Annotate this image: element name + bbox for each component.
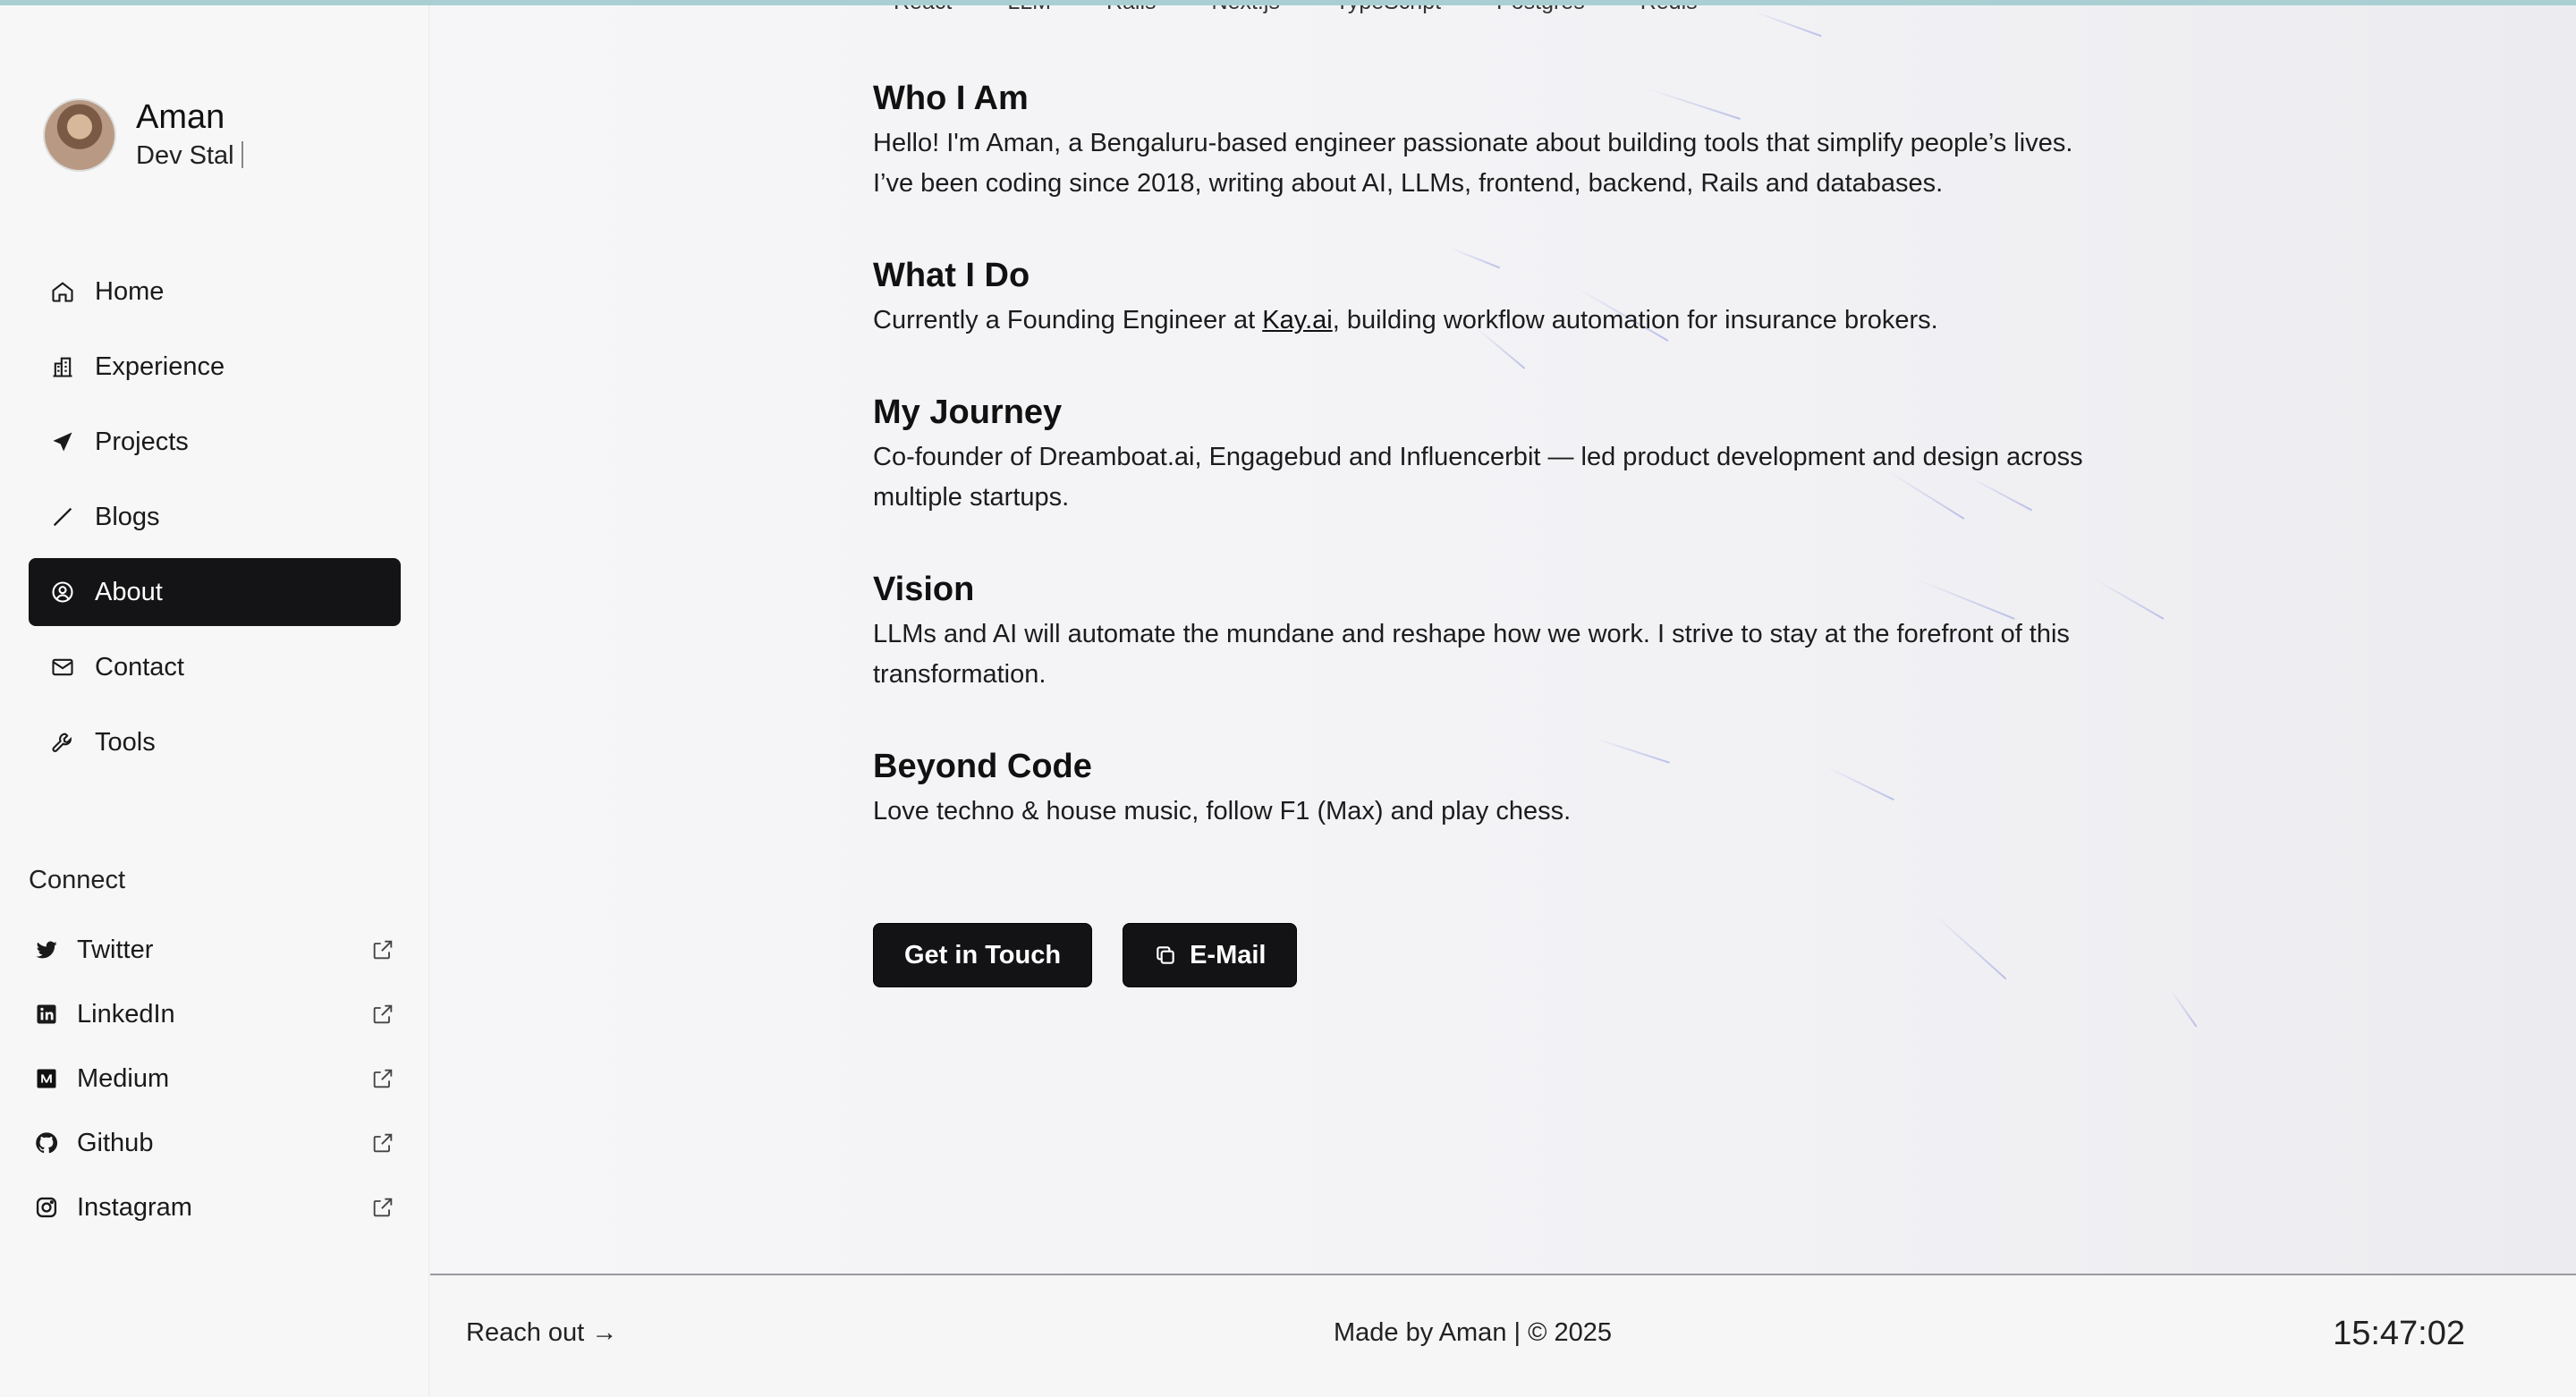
email-button[interactable]: E-Mail xyxy=(1123,923,1298,987)
main-content: React LLM Rails Next.js TypeScript Postg… xyxy=(430,5,2576,1275)
profile-subtitle: Dev Stal xyxy=(136,138,243,174)
sidebar-item-label: Experience xyxy=(95,351,225,381)
get-in-touch-button[interactable]: Get in Touch xyxy=(873,923,1093,987)
section-title: Vision xyxy=(873,571,975,608)
connect-item-label: Twitter xyxy=(77,935,154,964)
section-what-i-do: What I Do Currently a Founding Engineer … xyxy=(873,250,2143,341)
cta-buttons: Get in Touch E-Mail xyxy=(873,923,1327,987)
user-circle-icon xyxy=(50,580,75,605)
connect-item-label: Instagram xyxy=(77,1192,192,1222)
connect-item-label: LinkedIn xyxy=(77,999,175,1029)
home-icon xyxy=(50,279,75,304)
connect-title: Connect xyxy=(29,866,126,894)
connect-item-medium[interactable]: Medium xyxy=(29,1046,401,1111)
text-line: LLMs and AI will automate the mundane an… xyxy=(873,620,2070,648)
footer: Reach out → Made by Aman | © 2025 15:47:… xyxy=(430,1274,2576,1397)
sidebar-item-blogs[interactable]: Blogs xyxy=(29,483,401,551)
text-segment: , building workflow automation for insur… xyxy=(1332,306,1938,334)
building-icon xyxy=(50,354,75,379)
profile-text: Aman Dev Stal xyxy=(136,97,243,174)
section-text: LLMs and AI will automate the mundane an… xyxy=(873,614,2143,695)
connect-item-label: Github xyxy=(77,1128,154,1157)
tech-chip: React xyxy=(894,5,952,15)
github-icon xyxy=(34,1130,59,1156)
text-segment: Currently a Founding Engineer at xyxy=(873,306,1263,334)
text-line: Hello! I'm Aman, a Bengaluru-based engin… xyxy=(873,129,2073,157)
tech-chip: Postgres xyxy=(1496,5,1585,15)
tech-chips: React LLM Rails Next.js TypeScript Postg… xyxy=(894,5,1753,15)
button-label: Get in Touch xyxy=(904,940,1062,969)
connect-item-label: Medium xyxy=(77,1063,170,1093)
tech-chip: LLM xyxy=(1007,5,1051,15)
connect-item-github[interactable]: Github xyxy=(29,1111,401,1175)
sidebar-item-home[interactable]: Home xyxy=(29,258,401,326)
decorative-streak xyxy=(2170,989,2198,1028)
section-text: Love techno & house music, follow F1 (Ma… xyxy=(873,797,1572,826)
linkedin-icon xyxy=(34,1002,59,1027)
sidebar-item-label: Projects xyxy=(95,427,189,456)
connect-item-instagram[interactable]: Instagram xyxy=(29,1175,401,1240)
sidebar-item-label: Tools xyxy=(95,727,156,757)
sidebar-item-label: About xyxy=(95,577,163,606)
profile[interactable]: Aman Dev Stal xyxy=(43,97,243,174)
reach-out-link[interactable]: Reach out → xyxy=(466,1318,617,1348)
twitter-icon xyxy=(34,937,59,962)
sidebar-item-experience[interactable]: Experience xyxy=(29,333,401,401)
section-title: Beyond Code xyxy=(873,748,1092,785)
text-line: transformation. xyxy=(873,660,1046,689)
decorative-streak xyxy=(1932,912,2007,980)
section-text: Co-founder of Dreamboat.ai, Engagebud an… xyxy=(873,437,2143,518)
sidebar-item-label: Home xyxy=(95,276,165,306)
clock: 15:47:02 xyxy=(2333,1315,2465,1352)
made-by-text: Made by Aman | © 2025 xyxy=(1334,1318,1613,1347)
sidebar-item-contact[interactable]: Contact xyxy=(29,633,401,701)
mail-icon xyxy=(50,655,75,680)
section-title: What I Do xyxy=(873,257,1030,294)
text-line: Co-founder of Dreamboat.ai, Engagebud an… xyxy=(873,443,2083,471)
section-title: Who I Am xyxy=(873,80,1029,117)
copy-icon xyxy=(1154,944,1177,967)
instagram-icon xyxy=(34,1195,59,1220)
text-line: I’ve been coding since 2018, writing abo… xyxy=(873,169,1944,198)
external-link-icon xyxy=(370,1066,395,1091)
tech-chip: Rails xyxy=(1106,5,1157,15)
decorative-streak xyxy=(1753,11,1822,38)
button-label: E-Mail xyxy=(1190,940,1267,969)
section-my-journey: My Journey Co-founder of Dreamboat.ai, E… xyxy=(873,387,2143,518)
sidebar-item-projects[interactable]: Projects xyxy=(29,408,401,476)
section-who-i-am: Who I Am Hello! I'm Aman, a Bengaluru-ba… xyxy=(873,73,2143,204)
profile-name: Aman xyxy=(136,98,225,136)
section-title: My Journey xyxy=(873,394,1063,431)
connect-item-linkedin[interactable]: LinkedIn xyxy=(29,982,401,1046)
external-link-icon xyxy=(370,937,395,962)
typing-text: Dev Stal xyxy=(136,141,234,170)
kay-ai-link[interactable]: Kay.ai xyxy=(1262,306,1332,334)
medium-icon xyxy=(34,1066,59,1091)
send-icon xyxy=(50,429,75,454)
section-vision: Vision LLMs and AI will automate the mun… xyxy=(873,564,2143,695)
about-content: Who I Am Hello! I'm Aman, a Bengaluru-ba… xyxy=(873,73,2143,878)
sidebar-item-label: Blogs xyxy=(95,502,160,531)
tech-chip: TypeScript xyxy=(1335,5,1441,15)
section-beyond-code: Beyond Code Love techno & house music, f… xyxy=(873,741,2143,832)
sidebar-nav: Home Experience Projects Blogs About Con… xyxy=(29,258,401,783)
sidebar-item-tools[interactable]: Tools xyxy=(29,708,401,776)
tech-chip: Redis xyxy=(1640,5,1698,15)
wrench-icon xyxy=(50,730,75,755)
tech-chip: Next.js xyxy=(1212,5,1280,15)
sidebar-item-label: Contact xyxy=(95,652,184,682)
avatar xyxy=(43,98,116,172)
connect-item-twitter[interactable]: Twitter xyxy=(29,918,401,982)
section-text: Hello! I'm Aman, a Bengaluru-based engin… xyxy=(873,123,2143,204)
typing-cursor xyxy=(241,141,243,168)
text-line: multiple startups. xyxy=(873,483,1070,512)
external-link-icon xyxy=(370,1130,395,1156)
sidebar-item-about[interactable]: About xyxy=(29,558,401,626)
external-link-icon xyxy=(370,1195,395,1220)
connect-list: Twitter LinkedIn Medium Github Instagram xyxy=(29,918,401,1240)
pencil-icon xyxy=(50,504,75,529)
section-text: Currently a Founding Engineer at Kay.ai,… xyxy=(873,301,2143,341)
sidebar: Aman Dev Stal Home Experience Projects B… xyxy=(0,5,429,1397)
external-link-icon xyxy=(370,1002,395,1027)
